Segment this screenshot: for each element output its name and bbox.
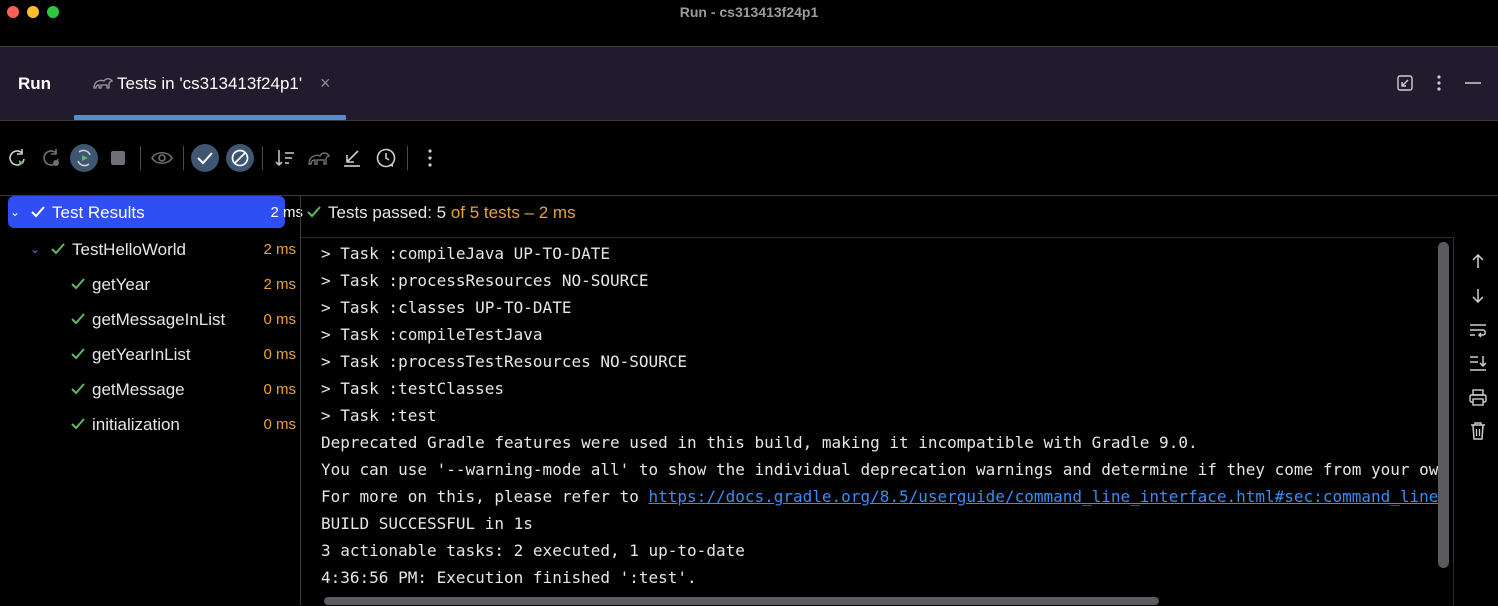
sort-icon[interactable]	[273, 146, 297, 170]
show-passed-icon[interactable]	[191, 144, 219, 172]
horizontal-scrollbar[interactable]	[324, 597, 1159, 605]
export-icon[interactable]	[340, 146, 364, 170]
scroll-up-icon[interactable]	[1465, 250, 1491, 272]
scroll-down-icon[interactable]	[1465, 285, 1491, 307]
more-options-icon[interactable]	[1429, 73, 1449, 93]
console-line: For more on this, please refer to https:…	[321, 487, 1438, 506]
console-line: > Task :compileJava UP-TO-DATE	[321, 244, 610, 263]
tree-item-label: getYear	[92, 275, 150, 294]
docs-link[interactable]: https://docs.gradle.org/8.5/userguide/co…	[649, 487, 1439, 506]
restore-layout-icon[interactable]	[1395, 73, 1415, 93]
tab-tests[interactable]: Tests in 'cs313413f24p1' ×	[74, 47, 346, 120]
print-icon[interactable]	[1465, 386, 1491, 408]
clear-icon[interactable]	[1465, 420, 1491, 442]
console-line: > Task :compileTestJava	[321, 325, 543, 344]
test-tree: ⌄ Test Results 2 ms ⌄ TestHelloWorld 2 m…	[0, 196, 303, 605]
tree-item-time: 0 ms	[263, 416, 296, 433]
tree-row-test-results[interactable]: ⌄ Test Results 2 ms	[8, 196, 303, 228]
tree-item-time: 0 ms	[263, 346, 296, 363]
tree-item-time: 2 ms	[270, 204, 303, 221]
rerun-failed-icon[interactable]	[39, 146, 63, 170]
tree-row-test[interactable]: initialization 0 ms	[8, 408, 298, 440]
run-label: Run	[18, 74, 52, 93]
tree-item-time: 2 ms	[263, 241, 296, 258]
console-text: For more on this, please refer to	[321, 487, 649, 506]
check-icon	[31, 206, 45, 218]
import-tests-icon[interactable]	[307, 146, 331, 170]
check-icon	[71, 313, 85, 325]
gradle-icon	[93, 78, 114, 89]
tree-item-time: 0 ms	[263, 311, 296, 328]
tab-label: Tests in 'cs313413f24p1'	[117, 74, 303, 93]
status-passed: Tests passed: 5	[328, 203, 447, 222]
toolbar-separator	[183, 146, 184, 170]
window-title: Run - cs313413f24p1	[679, 4, 819, 20]
minimize-icon[interactable]	[1463, 73, 1483, 93]
console-line: > Task :processResources NO-SOURCE	[321, 271, 649, 290]
tree-row-test[interactable]: getMessage 0 ms	[8, 373, 298, 405]
console-line: 4:36:56 PM: Execution finished ':test'.	[321, 568, 697, 587]
console-line: > Task :test	[321, 406, 437, 425]
console-line: You can use '--warning-mode all' to show…	[321, 460, 1439, 479]
chevron-down-icon[interactable]: ⌄	[10, 205, 20, 219]
tree-item-time: 2 ms	[263, 276, 296, 293]
check-icon	[71, 348, 85, 360]
toolbar-separator	[140, 146, 141, 170]
tree-item-label: Test Results	[52, 203, 145, 222]
test-toolbar	[0, 121, 1498, 195]
tree-item-label: getYearInList	[92, 345, 191, 364]
tree-row-testhelloworld[interactable]: ⌄ TestHelloWorld 2 ms	[8, 233, 298, 265]
check-icon	[71, 383, 85, 395]
scroll-to-end-icon[interactable]	[1465, 352, 1491, 374]
check-icon	[307, 206, 321, 218]
tree-row-test[interactable]: getMessageInList 0 ms	[8, 303, 298, 335]
console-output[interactable]: > Task :compileJava UP-TO-DATE > Task :p…	[301, 237, 1454, 606]
console-line: Deprecated Gradle features were used in …	[321, 433, 1198, 452]
close-icon[interactable]: ×	[320, 73, 331, 94]
console-line: > Task :testClasses	[321, 379, 505, 398]
chevron-down-icon[interactable]: ⌄	[30, 242, 40, 256]
tool-window-header: Run Tests in 'cs313413f24p1' ×	[0, 47, 1498, 120]
toolbar-separator	[407, 146, 408, 170]
more-icon[interactable]	[418, 146, 442, 170]
toggle-auto-test-icon[interactable]	[70, 144, 98, 172]
tree-item-label: getMessageInList	[92, 310, 226, 329]
status-summary: of 5 tests – 2 ms	[446, 203, 576, 222]
rerun-icon[interactable]	[5, 146, 29, 170]
tree-item-time: 0 ms	[263, 381, 296, 398]
tree-row-test[interactable]: getYearInList 0 ms	[8, 338, 298, 370]
check-icon	[71, 278, 85, 290]
tree-item-label: TestHelloWorld	[72, 240, 187, 259]
console-line: > Task :classes UP-TO-DATE	[321, 298, 572, 317]
show-ignored-icon[interactable]	[150, 146, 174, 170]
stop-icon[interactable]	[106, 146, 130, 170]
toolbar-separator	[262, 146, 263, 170]
console-line: BUILD SUCCESSFUL in 1s	[321, 514, 533, 533]
tree-item-label: getMessage	[92, 380, 185, 399]
show-ignored-filter-icon[interactable]	[226, 144, 254, 172]
window-titlebar: Run - cs313413f24p1	[0, 0, 1498, 46]
console-line: 3 actionable tasks: 2 executed, 1 up-to-…	[321, 541, 745, 560]
tree-row-test[interactable]: getYear 2 ms	[8, 268, 298, 300]
check-icon	[51, 243, 65, 255]
soft-wrap-icon[interactable]	[1465, 319, 1491, 341]
check-icon	[71, 418, 85, 430]
history-icon[interactable]	[374, 146, 398, 170]
console-line: > Task :processTestResources NO-SOURCE	[321, 352, 688, 371]
tree-item-label: initialization	[92, 415, 180, 434]
vertical-scrollbar[interactable]	[1438, 242, 1449, 568]
